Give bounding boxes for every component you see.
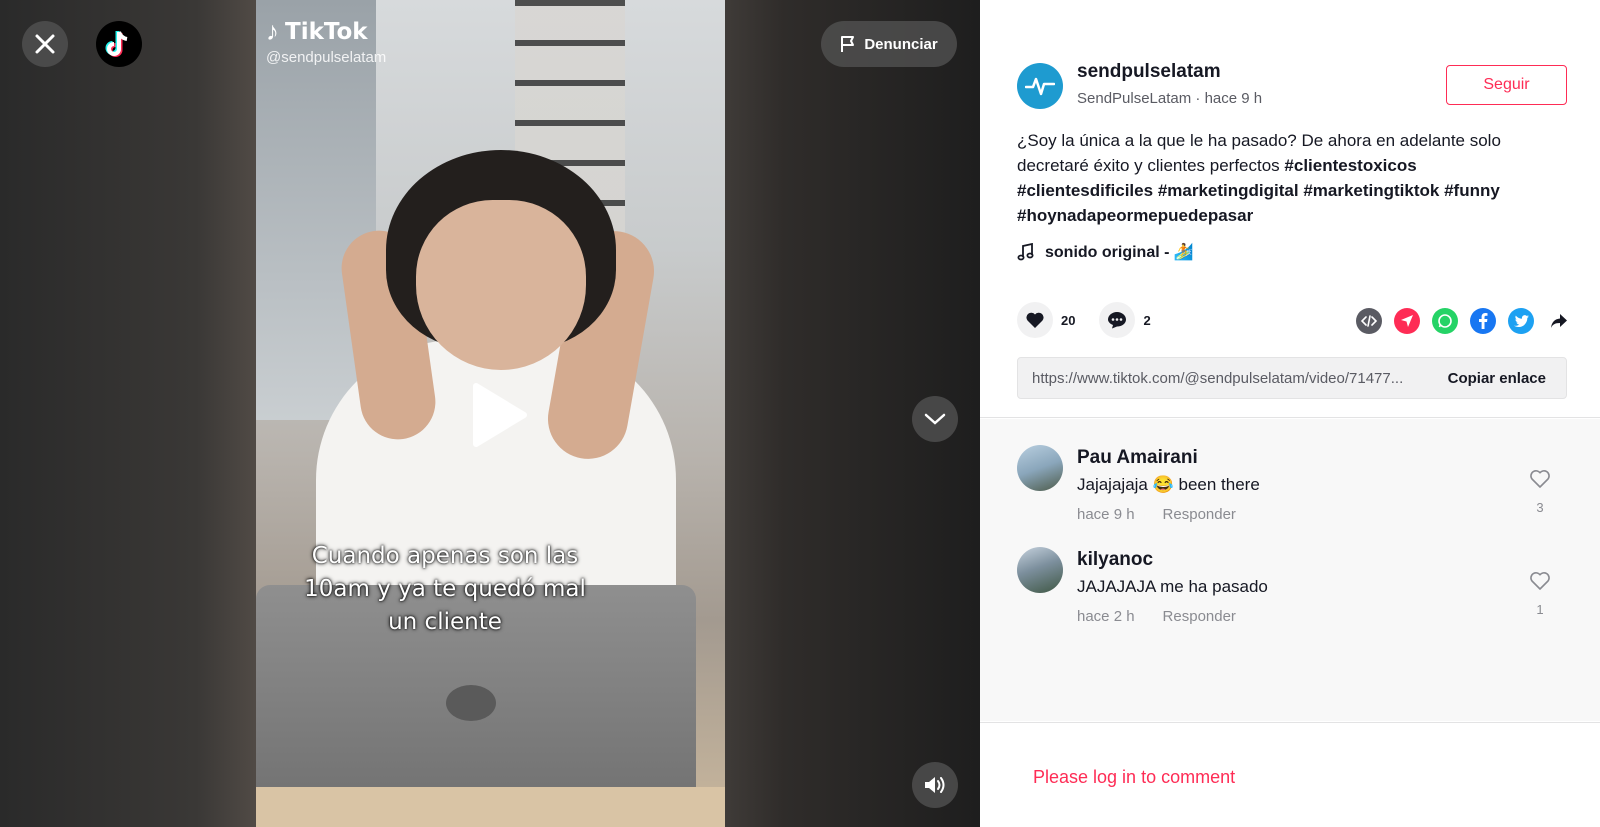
- follow-button[interactable]: Seguir: [1446, 65, 1567, 105]
- hashtag-link[interactable]: #marketingtiktok: [1303, 181, 1439, 200]
- comment-username[interactable]: Pau Amairani: [1077, 447, 1198, 469]
- copy-link-button[interactable]: Copiar enlace: [1428, 370, 1566, 387]
- tiktok-video-page: ♪ TikTok @sendpulselatam Cuando apenas s…: [0, 0, 1600, 827]
- video-link-url[interactable]: https://www.tiktok.com/@sendpulselatam/v…: [1018, 370, 1428, 387]
- like-count: 20: [1061, 312, 1076, 328]
- video-link-box: https://www.tiktok.com/@sendpulselatam/v…: [1017, 357, 1567, 399]
- hashtag-link[interactable]: #clientesdificiles: [1017, 181, 1153, 200]
- author-avatar[interactable]: [1017, 63, 1063, 109]
- description-text: ¿Soy la única a la que le ha pasado? De …: [1017, 131, 1501, 175]
- hashtag-link[interactable]: #marketingdigital: [1158, 181, 1299, 200]
- reply-button[interactable]: Responder: [1163, 608, 1236, 625]
- author-nickname[interactable]: SendPulseLatam: [1077, 90, 1191, 107]
- reply-button[interactable]: Responder: [1163, 506, 1236, 523]
- comment-like[interactable]: 1: [1525, 571, 1555, 617]
- avatar[interactable]: [1017, 547, 1063, 593]
- pulse-logo-icon: [1025, 77, 1055, 96]
- avatar[interactable]: [1017, 445, 1063, 491]
- tiktok-logo-icon: [105, 31, 128, 57]
- music-title: sonido original - 🏄: [1045, 244, 1194, 261]
- comment-like-count: 3: [1536, 500, 1544, 515]
- comment-time: hace 9 h: [1077, 506, 1135, 523]
- engagement-bar: 20 2: [1017, 302, 1175, 338]
- volume-button[interactable]: [912, 762, 958, 808]
- comment-item: kilyanoc JAJAJAJA me ha pasado hace 2 h …: [1017, 547, 1577, 637]
- author-username[interactable]: sendpulselatam: [1077, 61, 1221, 83]
- comment-text: Jajajajaja 😂 been there: [1077, 475, 1260, 494]
- video-scene-face: [416, 200, 586, 370]
- heart-icon: [1026, 312, 1044, 328]
- music-note-icon: [1017, 243, 1034, 261]
- twitter-icon[interactable]: [1508, 308, 1534, 334]
- close-button[interactable]: [22, 21, 68, 67]
- tiktok-note-icon: ♪: [266, 16, 279, 46]
- comment-item: Pau Amairani Jajajajaja 😂 been there hac…: [1017, 445, 1577, 535]
- meta-separator: ·: [1191, 90, 1205, 107]
- video-caption: Cuando apenas son las 10am y ya te quedó…: [304, 543, 586, 635]
- send-to-friends-icon[interactable]: [1394, 308, 1420, 334]
- comment-username[interactable]: kilyanoc: [1077, 549, 1153, 571]
- comment-text: JAJAJAJA me ha pasado: [1077, 577, 1268, 596]
- video-details: sendpulselatam SendPulseLatam · hace 9 h…: [980, 0, 1600, 418]
- heart-outline-icon: [1530, 572, 1550, 590]
- next-video-button[interactable]: [912, 396, 958, 442]
- comment-count: 2: [1143, 312, 1151, 328]
- play-icon[interactable]: [468, 382, 528, 448]
- video-player[interactable]: ♪ TikTok @sendpulselatam Cuando apenas s…: [0, 0, 980, 827]
- share-buttons: [1356, 308, 1572, 334]
- close-icon: [35, 34, 55, 54]
- hashtag-link[interactable]: #hoynadapeormepuedepasar: [1017, 206, 1253, 225]
- tiktok-watermark: ♪ TikTok @sendpulselatam: [266, 16, 386, 66]
- comments-list: Pau Amairani Jajajajaja 😂 been there hac…: [980, 419, 1600, 721]
- video-scene-table: [256, 787, 725, 827]
- author-meta: SendPulseLatam · hace 9 h: [1077, 90, 1262, 107]
- comment-like-count: 1: [1536, 602, 1544, 617]
- video-info-panel: sendpulselatam SendPulseLatam · hace 9 h…: [980, 0, 1600, 827]
- report-button[interactable]: Denunciar: [821, 21, 957, 67]
- post-time: hace 9 h: [1204, 90, 1263, 107]
- facebook-icon[interactable]: [1470, 308, 1496, 334]
- comment-time: hace 2 h: [1077, 608, 1135, 625]
- watermark-handle: @sendpulselatam: [266, 49, 387, 66]
- comment-bubble-icon: [1108, 312, 1127, 329]
- video-scene-apple-logo: [446, 685, 496, 721]
- share-arrow-icon[interactable]: [1546, 308, 1572, 334]
- video-description: ¿Soy la única a la que le ha pasado? De …: [1017, 128, 1557, 228]
- login-to-comment-link[interactable]: Please log in to comment: [1033, 767, 1235, 788]
- hashtag-link[interactable]: #clientestoxicos: [1284, 156, 1416, 175]
- report-label: Denunciar: [864, 35, 938, 53]
- comment-meta: hace 2 h Responder: [1077, 608, 1236, 625]
- hashtag-link[interactable]: #funny: [1444, 181, 1500, 200]
- comment-button[interactable]: [1099, 302, 1136, 338]
- comment-login-bar: Please log in to comment: [980, 722, 1600, 827]
- heart-outline-icon: [1530, 470, 1550, 488]
- chevron-down-icon: [924, 413, 946, 425]
- music-link[interactable]: sonido original - 🏄: [1017, 242, 1194, 262]
- comment-meta: hace 9 h Responder: [1077, 506, 1236, 523]
- whatsapp-icon[interactable]: [1432, 308, 1458, 334]
- embed-icon[interactable]: [1356, 308, 1382, 334]
- watermark-name: TikTok: [285, 18, 368, 45]
- tiktok-logo-button[interactable]: [96, 21, 142, 67]
- speaker-icon: [925, 777, 945, 793]
- comment-like[interactable]: 3: [1525, 469, 1555, 515]
- like-button[interactable]: [1017, 302, 1053, 338]
- flag-icon: [841, 36, 855, 52]
